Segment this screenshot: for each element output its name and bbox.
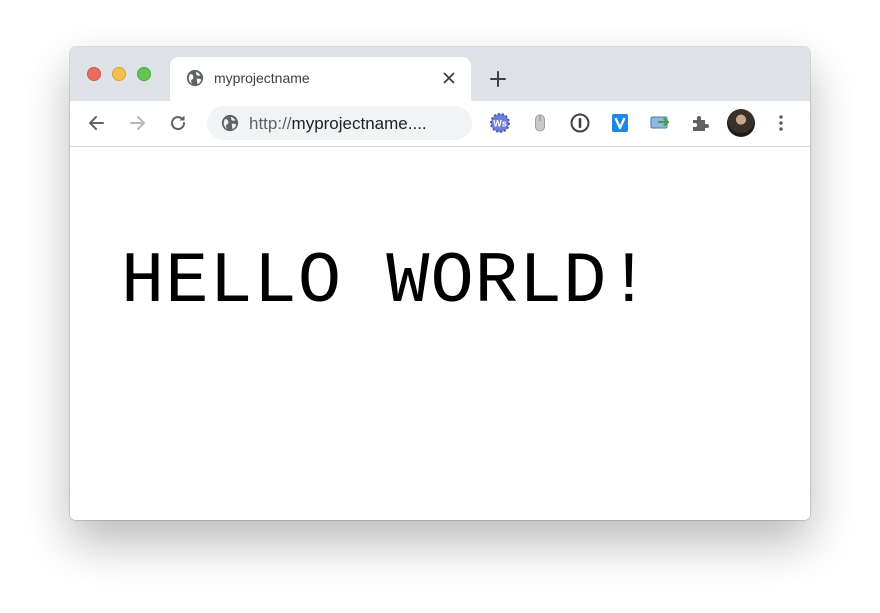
url-text[interactable]: http://myprojectname.... xyxy=(249,114,461,134)
page-heading: HELLO WORLD! xyxy=(121,241,652,323)
screen-share-icon[interactable] xyxy=(649,112,671,134)
url-scheme: http:// xyxy=(249,114,292,133)
globe-icon xyxy=(221,114,239,132)
browser-window: myprojectname http://myprojectname.... W… xyxy=(70,47,810,520)
maximize-window-button[interactable] xyxy=(137,67,151,81)
minimize-window-button[interactable] xyxy=(112,67,126,81)
tab-strip: myprojectname xyxy=(70,47,810,101)
wappalyzer-icon[interactable]: Ws xyxy=(489,112,511,134)
toolbar: http://myprojectname.... Ws xyxy=(70,101,810,147)
profile-avatar[interactable] xyxy=(727,109,755,137)
mouse-icon[interactable] xyxy=(529,112,551,134)
page-content: HELLO WORLD! xyxy=(70,147,810,520)
forward-arrow-icon[interactable] xyxy=(127,113,147,133)
url-host: myprojectname.... xyxy=(291,114,427,133)
globe-icon xyxy=(186,69,204,87)
vimium-icon[interactable] xyxy=(609,112,631,134)
extensions-puzzle-icon[interactable] xyxy=(689,112,711,134)
back-arrow-icon[interactable] xyxy=(87,113,107,133)
tab-active[interactable]: myprojectname xyxy=(170,57,471,101)
more-menu-icon[interactable] xyxy=(775,113,787,133)
svg-text:Ws: Ws xyxy=(493,119,507,129)
close-tab-icon[interactable] xyxy=(441,70,457,86)
tab-title: myprojectname xyxy=(214,70,310,86)
address-bar[interactable]: http://myprojectname.... xyxy=(207,106,472,140)
new-tab-icon[interactable] xyxy=(489,70,507,88)
1password-icon[interactable] xyxy=(569,112,591,134)
close-window-button[interactable] xyxy=(87,67,101,81)
reload-icon[interactable] xyxy=(168,113,188,133)
